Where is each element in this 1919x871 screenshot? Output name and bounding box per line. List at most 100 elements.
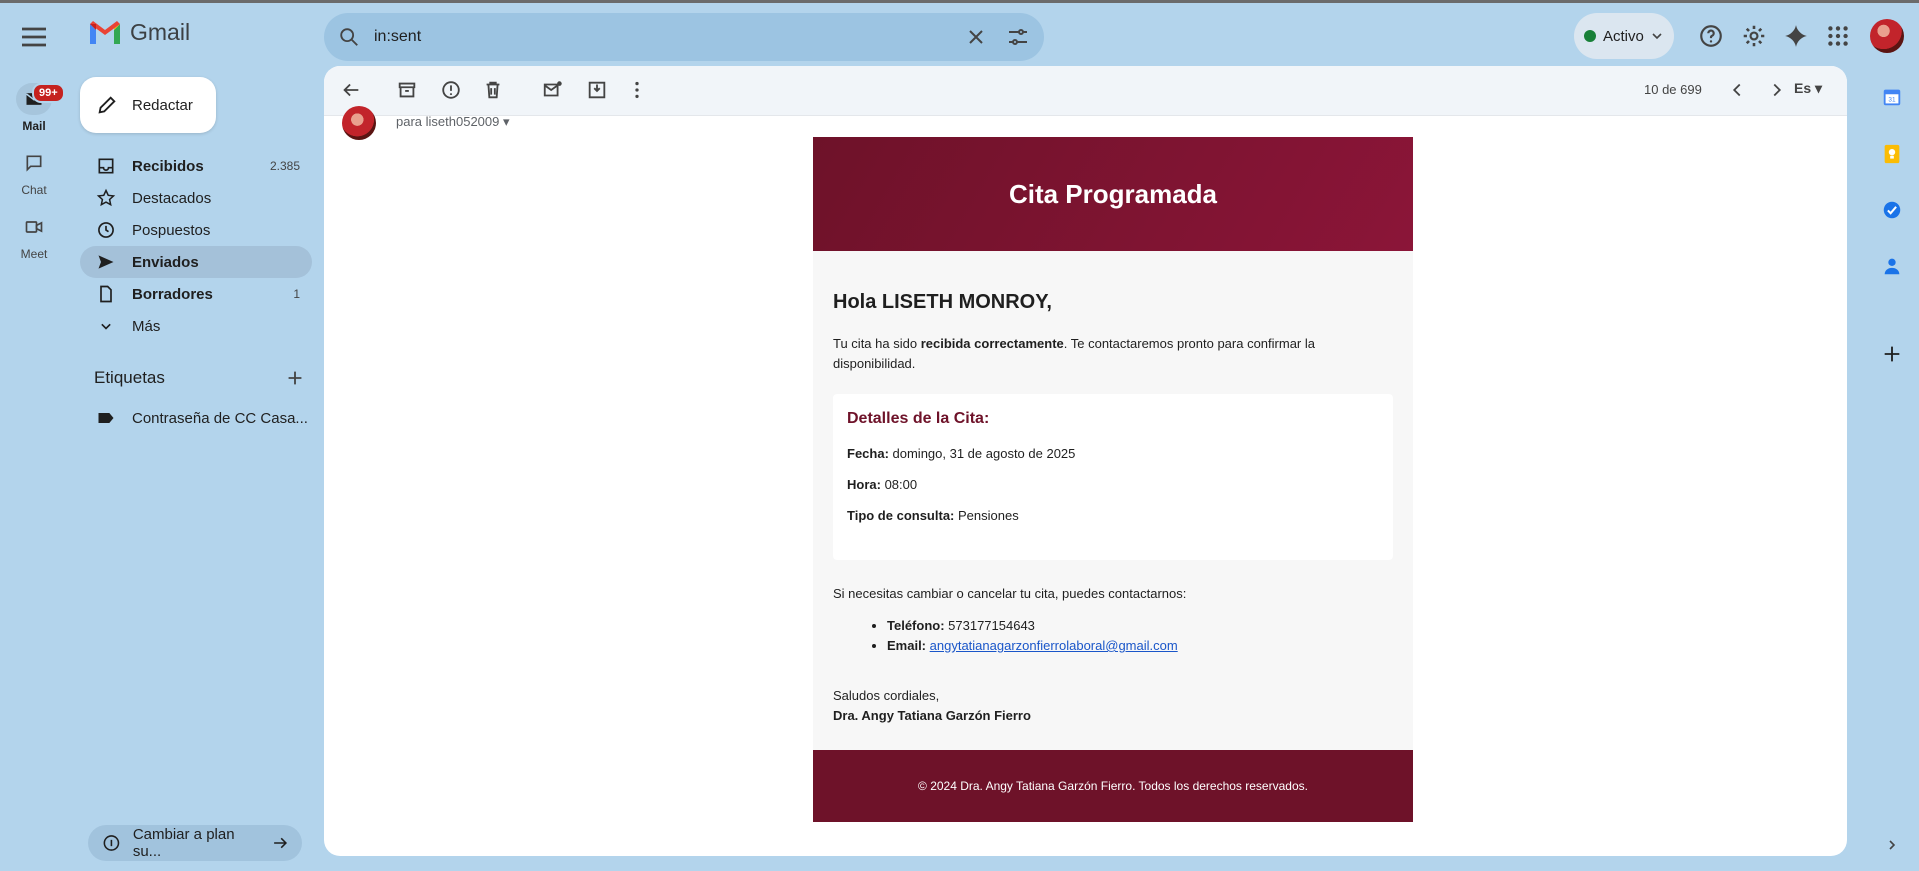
email-link[interactable]: angytatianagarzonfierrolaboral@gmail.com <box>930 638 1178 653</box>
pencil-icon <box>98 96 116 114</box>
nav-item-more[interactable]: Más <box>80 310 312 342</box>
closing: Saludos cordiales, <box>833 688 940 703</box>
recipient-details[interactable]: para liseth052009 ▾ <box>396 114 510 130</box>
chevron-left-icon[interactable] <box>1726 79 1748 101</box>
chat-icon <box>26 155 42 172</box>
contact-intro: Si necesitas cambiar o cancelar tu cita,… <box>833 586 1187 601</box>
account-avatar[interactable] <box>1870 19 1904 53</box>
greeting: Hola LISETH MONROY, <box>833 291 1052 313</box>
nav-label: Recibidos <box>132 157 204 175</box>
app-name: Gmail <box>130 19 191 45</box>
nav-count: 1 <box>293 287 300 301</box>
calendar-icon[interactable]: 31 <box>1881 86 1903 108</box>
search-input[interactable]: in:sent <box>374 28 946 46</box>
intro-paragraph: Tu cita ha sido recibida correctamente. … <box>833 334 1393 374</box>
input-language-selector[interactable]: Es ▾ <box>1794 80 1822 97</box>
trash-icon[interactable] <box>482 79 504 101</box>
email-body: Hola LISETH MONROY, Tu cita ha sido reci… <box>813 251 1413 750</box>
contacts-icon[interactable] <box>1881 255 1903 277</box>
status-selector[interactable]: Activo <box>1574 13 1674 59</box>
upgrade-info-icon <box>103 835 120 851</box>
nav-label: Pospuestos <box>132 221 211 239</box>
nav-item-inbox[interactable]: Recibidos 2.385 <box>80 150 312 182</box>
contact-list: Teléfono: 573177154643 Email: angytatian… <box>887 616 1393 656</box>
add-label-icon[interactable] <box>284 367 306 389</box>
draft-file-icon <box>100 285 112 303</box>
detail-row-date: Fecha: domingo, 31 de agosto de 2025 <box>847 446 1379 461</box>
gmail-m-icon <box>90 20 120 44</box>
detail-row-type: Tipo de consulta: Pensiones <box>847 508 1379 523</box>
compose-label: Redactar <box>132 96 193 114</box>
arrow-right-icon <box>274 837 288 849</box>
send-icon <box>98 255 114 269</box>
label-tag-icon <box>98 413 114 423</box>
phone-value: 573177154643 <box>944 618 1035 633</box>
input-language-label: Es <box>1794 80 1812 96</box>
rail-label-chat: Chat <box>21 183 47 197</box>
detail-value: domingo, 31 de agosto de 2025 <box>888 446 1076 461</box>
detail-value: Pensiones <box>954 508 1019 523</box>
mark-unread-icon[interactable] <box>542 79 564 101</box>
chevron-down-icon <box>1652 33 1662 40</box>
compose-button[interactable]: Redactar <box>80 77 216 133</box>
search-options-icon[interactable] <box>1006 25 1030 49</box>
email-header-banner: Cita Programada <box>813 137 1413 251</box>
upgrade-plan-button[interactable]: Cambiar a plan su... <box>88 825 302 861</box>
nav-item-snoozed[interactable]: Pospuestos <box>80 214 312 246</box>
archive-icon[interactable] <box>396 79 418 101</box>
svg-text:31: 31 <box>1888 97 1896 104</box>
details-title: Detalles de la Cita: <box>847 410 990 427</box>
gmail-logo[interactable]: Gmail <box>88 19 190 46</box>
unread-badge: 99+ <box>32 83 65 103</box>
search-icon[interactable] <box>338 26 360 48</box>
email-content: Cita Programada Hola LISETH MONROY, Tu c… <box>813 137 1413 822</box>
inbox-icon <box>98 158 114 174</box>
gemini-sparkle-icon[interactable] <box>1783 23 1809 49</box>
video-camera-icon <box>25 221 43 233</box>
email-footer: © 2024 Dra. Angy Tatiana Garzón Fierro. … <box>813 750 1413 822</box>
add-addon-icon[interactable] <box>1881 343 1903 365</box>
signature: Dra. Angy Tatiana Garzón Fierro <box>833 708 1031 723</box>
settings-gear-icon[interactable] <box>1741 23 1767 49</box>
rail-label-mail: Mail <box>22 119 46 133</box>
appointment-details-card: Detalles de la Cita: Fecha: domingo, 31 … <box>833 394 1393 560</box>
nav-label: Borradores <box>132 285 213 303</box>
recipient-label: para liseth052009 <box>396 114 500 129</box>
sender-avatar[interactable] <box>342 106 376 140</box>
more-options-icon[interactable] <box>626 79 648 101</box>
rail-item-meet[interactable]: Meet <box>10 211 58 261</box>
rail-item-chat[interactable]: Chat <box>10 147 58 197</box>
label-item[interactable]: Contraseña de CC Casa... <box>80 402 312 434</box>
intro-text-start: Tu cita ha sido <box>833 336 921 351</box>
message-panel: 10 de 699 Es ▾ para liseth052009 ▾ Cita … <box>324 66 1847 856</box>
status-label: Activo <box>1603 27 1644 45</box>
nav-count: 2.385 <box>269 159 300 173</box>
nav-label: Más <box>132 317 161 335</box>
search-bar[interactable]: in:sent <box>324 13 1044 61</box>
report-spam-icon[interactable] <box>440 79 462 101</box>
expand-side-panel-icon[interactable] <box>1884 837 1900 853</box>
contact-email: Email: angytatianagarzonfierrolaboral@gm… <box>887 636 1393 656</box>
main-menu-button[interactable] <box>18 21 50 53</box>
nav-item-drafts[interactable]: Borradores 1 <box>80 278 312 310</box>
detail-label: Fecha: <box>847 446 889 461</box>
nav-item-starred[interactable]: Destacados <box>80 182 312 214</box>
keep-notes-icon[interactable] <box>1881 143 1903 165</box>
tasks-icon[interactable] <box>1881 199 1903 221</box>
chevron-right-icon[interactable] <box>1766 79 1788 101</box>
hamburger-icon <box>22 27 46 47</box>
apps-grid-icon[interactable] <box>1825 23 1851 49</box>
back-arrow-icon[interactable] <box>340 79 362 101</box>
footer-text: © 2024 Dra. Angy Tatiana Garzón Fierro. … <box>918 779 1308 793</box>
rail-label-meet: Meet <box>20 247 48 261</box>
detail-value: 08:00 <box>880 477 918 492</box>
star-icon <box>96 188 116 207</box>
move-to-icon[interactable] <box>586 79 608 101</box>
contact-phone: Teléfono: 573177154643 <box>887 616 1393 636</box>
nav-item-sent[interactable]: Enviados <box>80 246 312 278</box>
clock-icon <box>98 222 114 238</box>
help-icon[interactable] <box>1698 23 1724 49</box>
chevron-down-icon <box>101 323 111 330</box>
clear-search-icon[interactable] <box>964 25 988 49</box>
nav-label: Destacados <box>132 189 212 207</box>
